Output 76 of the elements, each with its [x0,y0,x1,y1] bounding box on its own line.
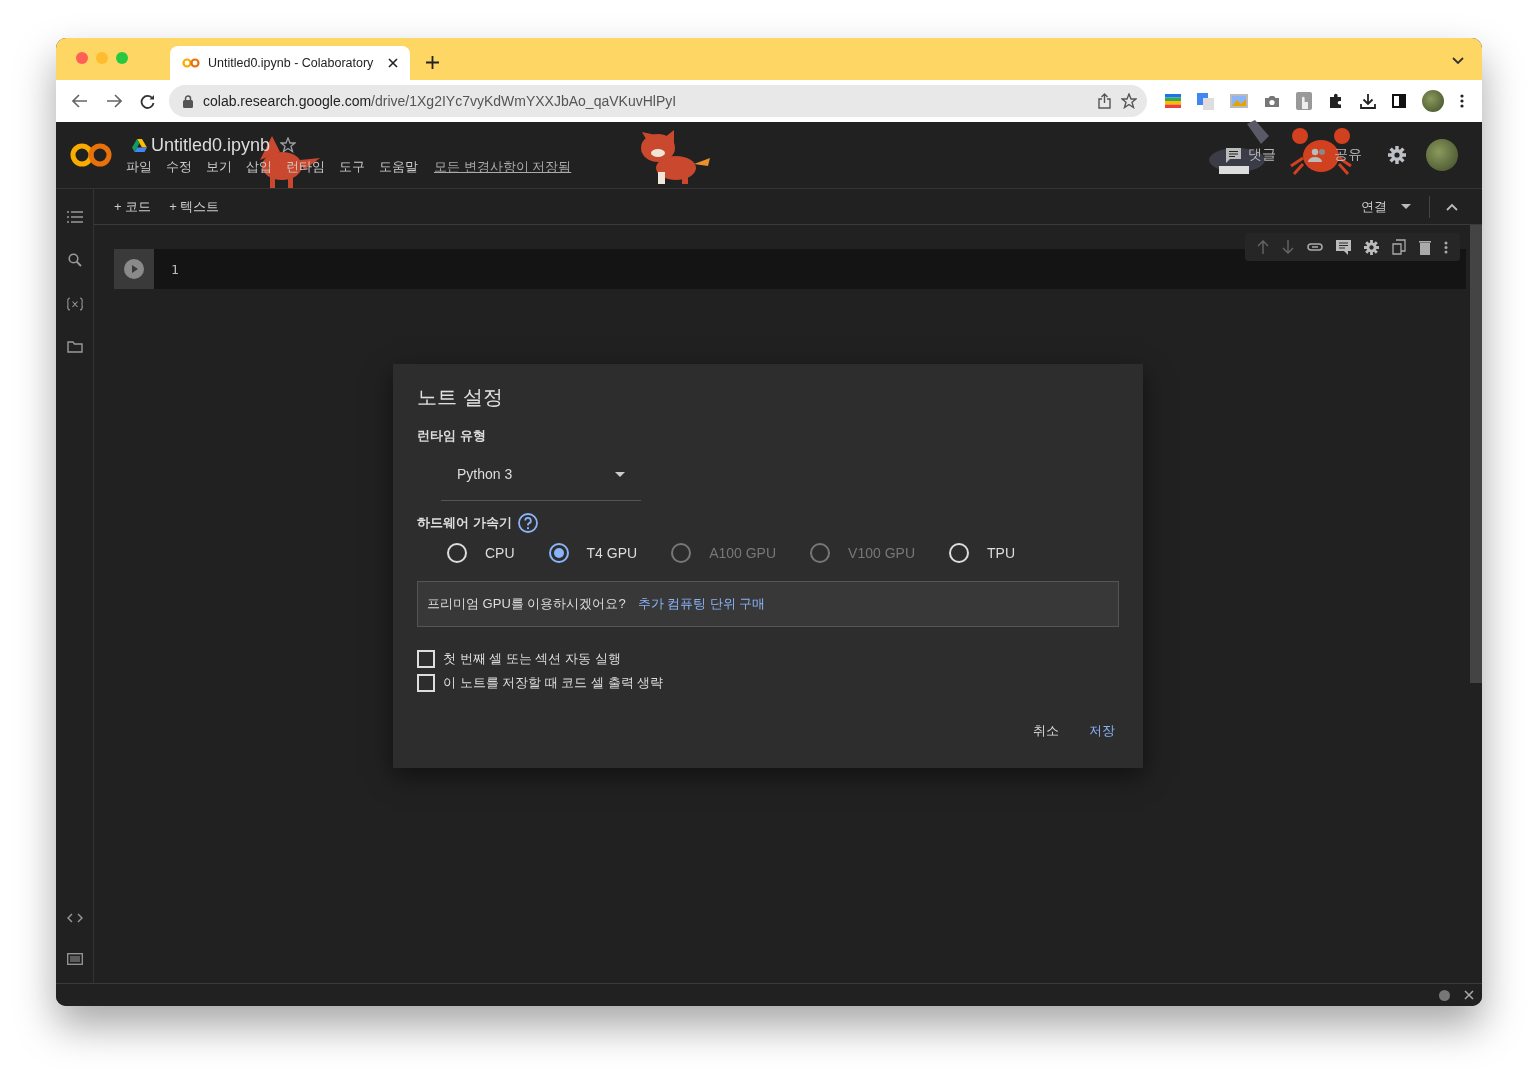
settings-icon[interactable] [1388,146,1406,164]
more-icon[interactable] [1460,94,1464,108]
accelerator-radio[interactable]: T4 GPU [548,543,638,563]
comment-icon [1225,146,1242,164]
link-icon[interactable] [1307,243,1323,251]
accelerator-radio[interactable]: TPU [949,543,1015,563]
mirror-cell-icon[interactable] [1392,239,1406,255]
avatar[interactable] [1426,139,1458,171]
line-number: 1 [171,261,179,277]
menu-item[interactable]: 보기 [206,157,232,176]
code-cell[interactable]: 1 [114,249,1466,289]
colab-logo-icon [182,58,200,68]
collapse-icon[interactable] [1446,202,1458,211]
chevron-down-icon[interactable] [1452,57,1464,65]
new-tab-icon[interactable] [426,56,439,69]
star-icon[interactable] [1121,93,1137,109]
dropdown-icon [1401,204,1411,209]
tab-title: Untitled0.ipynb - Colaboratory [208,56,375,70]
side-panel-icon[interactable] [1392,94,1406,108]
hardware-accelerator-label: 하드웨어 가속기 [417,514,512,532]
comment-button[interactable]: 댓글 [1219,142,1282,168]
cancel-button[interactable]: 취소 [1029,714,1063,748]
dialog-title: 노트 설정 [417,385,504,410]
reload-icon[interactable] [140,93,155,109]
add-code-button[interactable]: + 코드 [106,193,160,220]
download-icon[interactable] [1360,93,1376,109]
close-icon[interactable] [388,58,398,68]
search-icon[interactable] [67,253,82,267]
save-button[interactable]: 저장 [1085,714,1119,748]
add-text-button[interactable]: + 텍스트 [161,193,228,220]
address-bar[interactable]: colab.research.google.com/drive/1Xg2IYc7vyKdWmYXXJbAo_qaVKuvHlPyI [169,85,1147,117]
option-checkbox[interactable]: 첫 번째 셀 또는 섹션 자동 실행 [417,647,1119,671]
delete-icon[interactable] [1419,239,1431,255]
back-icon[interactable] [72,94,88,108]
code-icon[interactable] [66,913,83,923]
save-status-link[interactable]: 모든 변경사항이 저장됨 [434,157,572,176]
avatar[interactable] [1422,90,1444,112]
connect-button[interactable]: 연결 [1353,193,1419,220]
purchase-link[interactable]: 추가 컴퓨팅 단위 구매 [637,595,766,613]
menu-item[interactable]: 도움말 [379,157,418,176]
comment-icon[interactable] [1336,239,1351,255]
runtime-type-select[interactable]: Python 3 [441,463,641,501]
arrow-up-icon[interactable] [1257,240,1269,254]
close-icon[interactable] [1464,990,1474,1000]
translate-icon[interactable] [1197,92,1214,110]
accelerator-radio[interactable]: CPU [447,543,515,563]
scrollbar[interactable] [1470,225,1482,683]
lock-icon [183,94,193,108]
help-icon[interactable] [517,513,538,533]
premium-text: 프리미엄 GPU를 이용하시겠어요? [427,595,626,613]
star-icon[interactable] [280,137,297,153]
browser-tab[interactable]: Untitled0.ipynb - Colaboratory [170,46,410,80]
forward-icon[interactable] [106,94,122,108]
url-text: colab.research.google.com/drive/1Xg2IYc7vyKdWmYXXJbAo_qaVKuvHlPyI [203,93,677,109]
dropdown-icon [615,472,625,477]
share-icon[interactable] [1098,93,1111,109]
terminal-icon[interactable] [66,953,83,965]
table-of-contents-icon[interactable] [66,211,83,223]
people-icon [1308,148,1328,162]
option-checkbox[interactable]: 이 노트를 저장할 때 코드 셀 출력 생략 [417,671,1119,695]
runtime-type-label: 런타임 유형 [417,427,487,445]
extension-icon[interactable] [1165,94,1181,108]
more-icon[interactable] [1444,240,1448,254]
menu-item[interactable]: 파일 [126,157,152,176]
variables-icon[interactable] [65,297,84,311]
puzzle-icon[interactable] [1328,93,1344,109]
settings-icon[interactable] [1364,239,1379,255]
menu-item[interactable]: 도구 [339,157,365,176]
colab-logo-icon[interactable] [70,142,112,168]
camera-icon[interactable] [1264,94,1280,108]
drive-icon[interactable] [132,138,147,152]
run-icon[interactable] [124,259,144,279]
arrow-down-icon[interactable] [1282,240,1294,254]
folder-icon[interactable] [66,341,83,353]
status-dot-icon [1439,989,1450,1001]
menu-item[interactable]: 수정 [166,157,192,176]
